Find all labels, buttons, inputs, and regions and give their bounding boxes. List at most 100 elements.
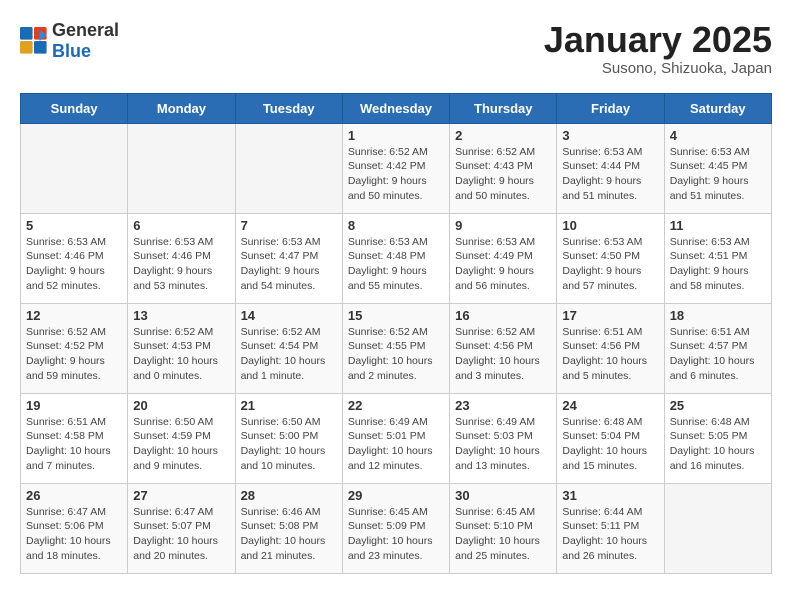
day-info: Sunrise: 6:47 AM Sunset: 5:07 PM Dayligh… bbox=[133, 505, 229, 564]
calendar-cell: 26 Sunrise: 6:47 AM Sunset: 5:06 PM Dayli… bbox=[21, 483, 128, 573]
day-info: Sunrise: 6:49 AM Sunset: 5:03 PM Dayligh… bbox=[455, 415, 551, 474]
day-info: Sunrise: 6:48 AM Sunset: 5:05 PM Dayligh… bbox=[670, 415, 766, 474]
day-number: 12 bbox=[26, 308, 122, 323]
calendar-cell: 13Sunrise: 6:52 AM Sunset: 4:53 PM Dayli… bbox=[128, 303, 235, 393]
day-info: Sunrise: 6:50 AM Sunset: 4:59 PM Dayligh… bbox=[133, 415, 229, 474]
day-number: 28 bbox=[241, 488, 337, 503]
calendar-week-row: 12Sunrise: 6:52 AM Sunset: 4:52 PM Dayli… bbox=[21, 303, 772, 393]
calendar-week-row: 1Sunrise: 6:52 AM Sunset: 4:42 PM Daylig… bbox=[21, 123, 772, 213]
calendar-table: SundayMondayTuesdayWednesdayThursdayFrid… bbox=[20, 93, 772, 574]
calendar-header-row: SundayMondayTuesdayWednesdayThursdayFrid… bbox=[21, 93, 772, 123]
day-number: 5 bbox=[26, 218, 122, 233]
day-number: 30 bbox=[455, 488, 551, 503]
logo-general-text: General bbox=[52, 20, 119, 40]
calendar-body: 1Sunrise: 6:52 AM Sunset: 4:42 PM Daylig… bbox=[21, 123, 772, 573]
calendar-cell: 29 Sunrise: 6:45 AM Sunset: 5:09 PM Dayli… bbox=[342, 483, 449, 573]
day-info: Sunrise: 6:46 AM Sunset: 5:08 PM Dayligh… bbox=[241, 505, 337, 564]
day-info: Sunrise: 6:52 AM Sunset: 4:43 PM Dayligh… bbox=[455, 145, 551, 204]
day-info: Sunrise: 6:52 AM Sunset: 4:42 PM Dayligh… bbox=[348, 145, 444, 204]
day-info: Sunrise: 6:45 AM Sunset: 5:10 PM Dayligh… bbox=[455, 505, 551, 564]
calendar-cell: 21 Sunrise: 6:50 AM Sunset: 5:00 PM Dayli… bbox=[235, 393, 342, 483]
calendar-cell: 16 Sunrise: 6:52 AM Sunset: 4:56 PM Dayli… bbox=[450, 303, 557, 393]
calendar-cell: 1Sunrise: 6:52 AM Sunset: 4:42 PM Daylig… bbox=[342, 123, 449, 213]
day-number: 9 bbox=[455, 218, 551, 233]
calendar-cell: 31 Sunrise: 6:44 AM Sunset: 5:11 PM Dayli… bbox=[557, 483, 664, 573]
day-info: Sunrise: 6:51 AM Sunset: 4:56 PM Dayligh… bbox=[562, 325, 658, 384]
day-info: Sunrise: 6:53 AM Sunset: 4:46 PM Dayligh… bbox=[26, 235, 122, 294]
calendar-week-row: 5 Sunrise: 6:53 AM Sunset: 4:46 PM Daylig… bbox=[21, 213, 772, 303]
day-number: 18 bbox=[670, 308, 766, 323]
title-area: January 2025 Susono, Shizuoka, Japan bbox=[544, 20, 772, 77]
calendar-cell: 14Sunrise: 6:52 AM Sunset: 4:54 PM Dayli… bbox=[235, 303, 342, 393]
day-header-sunday: Sunday bbox=[21, 93, 128, 123]
day-number: 21 bbox=[241, 398, 337, 413]
day-info: Sunrise: 6:53 AM Sunset: 4:45 PM Dayligh… bbox=[670, 145, 766, 204]
calendar-cell: 30 Sunrise: 6:45 AM Sunset: 5:10 PM Dayli… bbox=[450, 483, 557, 573]
day-number: 11 bbox=[670, 218, 766, 233]
logo-icon bbox=[20, 27, 48, 55]
day-number: 26 bbox=[26, 488, 122, 503]
calendar-cell bbox=[235, 123, 342, 213]
day-info: Sunrise: 6:53 AM Sunset: 4:50 PM Dayligh… bbox=[562, 235, 658, 294]
calendar-cell: 11 Sunrise: 6:53 AM Sunset: 4:51 PM Dayli… bbox=[664, 213, 771, 303]
day-info: Sunrise: 6:52 AM Sunset: 4:56 PM Dayligh… bbox=[455, 325, 551, 384]
calendar-title: January 2025 bbox=[544, 20, 772, 60]
calendar-cell: 15Sunrise: 6:52 AM Sunset: 4:55 PM Dayli… bbox=[342, 303, 449, 393]
calendar-cell bbox=[128, 123, 235, 213]
calendar-cell: 3 Sunrise: 6:53 AM Sunset: 4:44 PM Daylig… bbox=[557, 123, 664, 213]
day-info: Sunrise: 6:53 AM Sunset: 4:46 PM Dayligh… bbox=[133, 235, 229, 294]
day-number: 20 bbox=[133, 398, 229, 413]
day-number: 25 bbox=[670, 398, 766, 413]
calendar-cell: 7 Sunrise: 6:53 AM Sunset: 4:47 PM Daylig… bbox=[235, 213, 342, 303]
calendar-cell: 25 Sunrise: 6:48 AM Sunset: 5:05 PM Dayli… bbox=[664, 393, 771, 483]
day-info: Sunrise: 6:53 AM Sunset: 4:44 PM Dayligh… bbox=[562, 145, 658, 204]
day-number: 15 bbox=[348, 308, 444, 323]
day-number: 19 bbox=[26, 398, 122, 413]
day-info: Sunrise: 6:45 AM Sunset: 5:09 PM Dayligh… bbox=[348, 505, 444, 564]
day-info: Sunrise: 6:44 AM Sunset: 5:11 PM Dayligh… bbox=[562, 505, 658, 564]
calendar-subtitle: Susono, Shizuoka, Japan bbox=[544, 60, 772, 77]
logo-text-group: General Blue bbox=[52, 20, 119, 62]
calendar-cell: 4Sunrise: 6:53 AM Sunset: 4:45 PM Daylig… bbox=[664, 123, 771, 213]
calendar-cell: 17 Sunrise: 6:51 AM Sunset: 4:56 PM Dayli… bbox=[557, 303, 664, 393]
day-number: 22 bbox=[348, 398, 444, 413]
day-header-friday: Friday bbox=[557, 93, 664, 123]
day-number: 2 bbox=[455, 128, 551, 143]
calendar-cell: 2 Sunrise: 6:52 AM Sunset: 4:43 PM Daylig… bbox=[450, 123, 557, 213]
calendar-cell: 10 Sunrise: 6:53 AM Sunset: 4:50 PM Dayli… bbox=[557, 213, 664, 303]
calendar-cell: 18 Sunrise: 6:51 AM Sunset: 4:57 PM Dayli… bbox=[664, 303, 771, 393]
day-number: 6 bbox=[133, 218, 229, 233]
calendar-cell: 19 Sunrise: 6:51 AM Sunset: 4:58 PM Dayli… bbox=[21, 393, 128, 483]
calendar-cell: 23Sunrise: 6:49 AM Sunset: 5:03 PM Dayli… bbox=[450, 393, 557, 483]
day-info: Sunrise: 6:47 AM Sunset: 5:06 PM Dayligh… bbox=[26, 505, 122, 564]
day-header-saturday: Saturday bbox=[664, 93, 771, 123]
day-number: 17 bbox=[562, 308, 658, 323]
logo: General Blue bbox=[20, 20, 119, 62]
day-header-wednesday: Wednesday bbox=[342, 93, 449, 123]
day-number: 8 bbox=[348, 218, 444, 233]
day-header-monday: Monday bbox=[128, 93, 235, 123]
day-info: Sunrise: 6:49 AM Sunset: 5:01 PM Dayligh… bbox=[348, 415, 444, 474]
day-number: 3 bbox=[562, 128, 658, 143]
logo-blue-text: Blue bbox=[52, 41, 91, 61]
calendar-cell bbox=[21, 123, 128, 213]
day-number: 7 bbox=[241, 218, 337, 233]
calendar-week-row: 19 Sunrise: 6:51 AM Sunset: 4:58 PM Dayli… bbox=[21, 393, 772, 483]
day-header-tuesday: Tuesday bbox=[235, 93, 342, 123]
day-info: Sunrise: 6:50 AM Sunset: 5:00 PM Dayligh… bbox=[241, 415, 337, 474]
day-info: Sunrise: 6:51 AM Sunset: 4:57 PM Dayligh… bbox=[670, 325, 766, 384]
day-info: Sunrise: 6:52 AM Sunset: 4:53 PM Dayligh… bbox=[133, 325, 229, 384]
day-number: 27 bbox=[133, 488, 229, 503]
day-number: 29 bbox=[348, 488, 444, 503]
day-info: Sunrise: 6:48 AM Sunset: 5:04 PM Dayligh… bbox=[562, 415, 658, 474]
day-info: Sunrise: 6:51 AM Sunset: 4:58 PM Dayligh… bbox=[26, 415, 122, 474]
calendar-cell: 27 Sunrise: 6:47 AM Sunset: 5:07 PM Dayli… bbox=[128, 483, 235, 573]
day-number: 31 bbox=[562, 488, 658, 503]
header: General Blue January 2025 Susono, Shizuo… bbox=[20, 20, 772, 77]
day-number: 10 bbox=[562, 218, 658, 233]
calendar-cell bbox=[664, 483, 771, 573]
day-info: Sunrise: 6:53 AM Sunset: 4:51 PM Dayligh… bbox=[670, 235, 766, 294]
day-info: Sunrise: 6:53 AM Sunset: 4:47 PM Dayligh… bbox=[241, 235, 337, 294]
calendar-cell: 8Sunrise: 6:53 AM Sunset: 4:48 PM Daylig… bbox=[342, 213, 449, 303]
day-number: 16 bbox=[455, 308, 551, 323]
